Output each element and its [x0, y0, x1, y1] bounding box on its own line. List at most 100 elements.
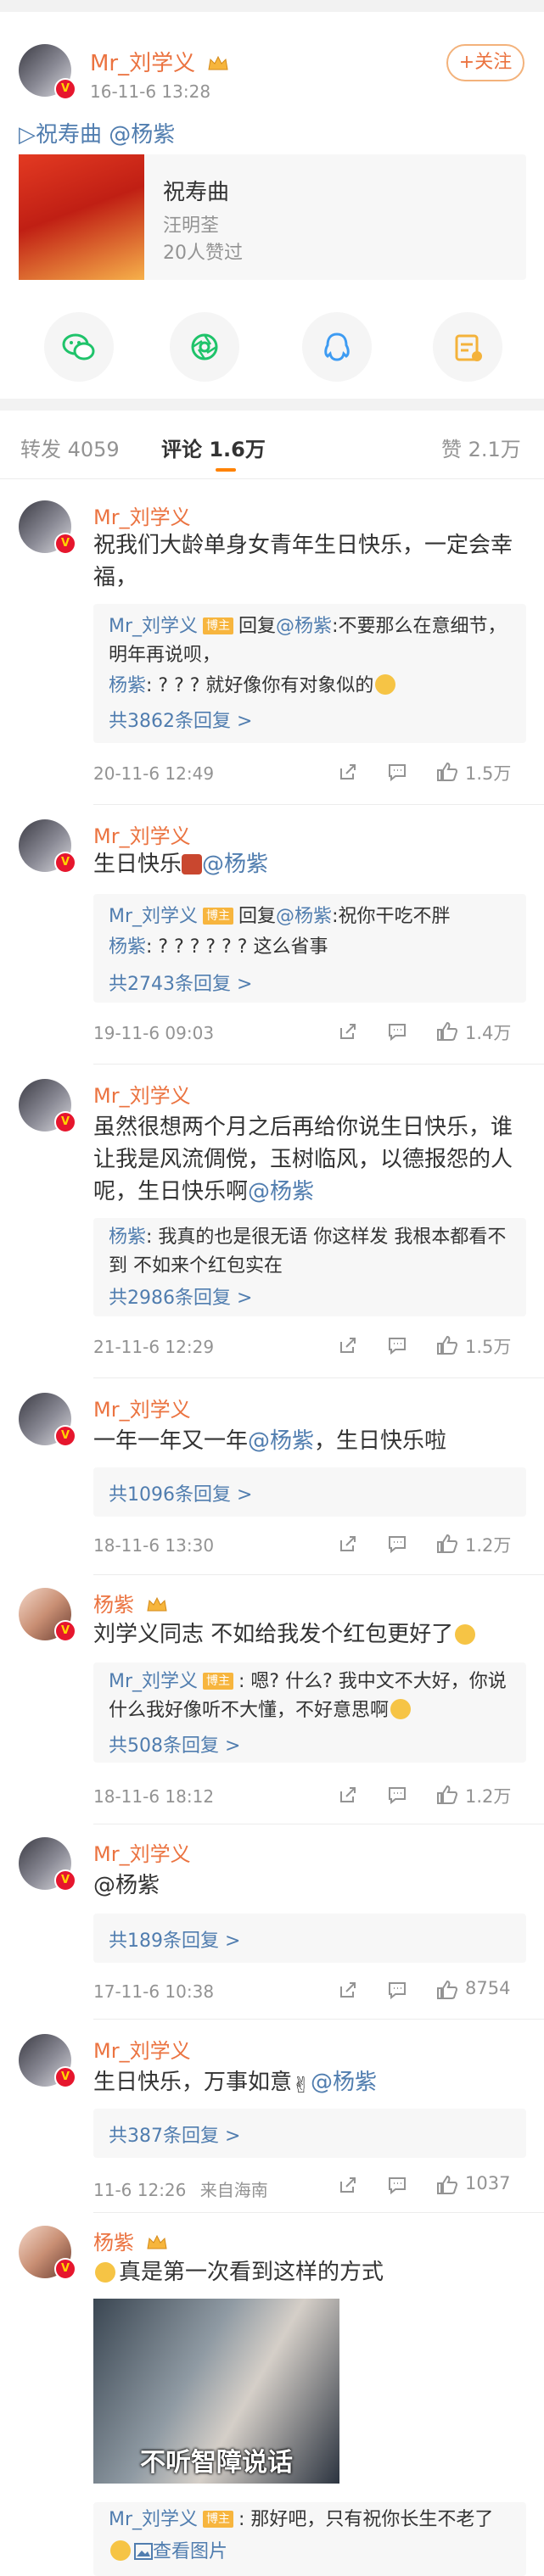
- reply-card[interactable]: Mr_刘学义 博主 回复@杨紫:不要那么在意细节，明年再说呗， 杨紫: ? ? ? …: [93, 604, 526, 743]
- reply-card[interactable]: Mr_刘学义 博主: 那好吧，只有祝你长生不老了 查看图片: [93, 2502, 526, 2576]
- comment-time: 19-11-6 09:03: [93, 1023, 215, 1043]
- more-replies-link[interactable]: 共2743条回复 >: [109, 969, 252, 996]
- comment-image[interactable]: 不听智障说话: [93, 2299, 339, 2484]
- comment-icon[interactable]: [387, 1021, 407, 1042]
- comment-icon[interactable]: [387, 762, 407, 782]
- tab-comment[interactable]: 评论 1.6万: [161, 433, 266, 462]
- reply-author[interactable]: Mr_刘学义: [109, 906, 198, 927]
- comment-actions: 1.2万: [331, 1783, 526, 1808]
- comment-icon[interactable]: [387, 2175, 407, 2195]
- share-icon[interactable]: [338, 2175, 358, 2195]
- reply-card[interactable]: 共189条回复 >: [93, 1914, 526, 1963]
- view-image-link[interactable]: 查看图片: [153, 2541, 227, 2562]
- tab-repost[interactable]: 转发 4059: [20, 433, 120, 462]
- reply-line: 查看图片: [109, 2538, 227, 2567]
- tab-active-indicator: [216, 468, 236, 472]
- reply-author[interactable]: 杨紫: [109, 1227, 146, 1248]
- section-separator: [0, 399, 544, 411]
- like-icon[interactable]: [436, 1980, 458, 2000]
- mention-link[interactable]: @杨紫: [248, 1428, 314, 1454]
- status-bar: [0, 0, 544, 12]
- more-replies-link[interactable]: 共508条回复 >: [109, 1730, 240, 1757]
- reply-author[interactable]: Mr_刘学义: [109, 616, 198, 637]
- like-icon[interactable]: [436, 1021, 458, 1042]
- comment-time-label: 11-6 12:26: [93, 2180, 187, 2200]
- like-icon[interactable]: [436, 1785, 458, 1805]
- commenter-name[interactable]: Mr_刘学义: [93, 819, 191, 849]
- reply-author[interactable]: 杨紫: [109, 936, 146, 958]
- share-wechat-button[interactable]: [44, 312, 114, 382]
- comment-icon[interactable]: [387, 1785, 407, 1805]
- like-icon[interactable]: [436, 1335, 458, 1355]
- commenter-name[interactable]: Mr_刘学义: [93, 500, 191, 530]
- commenter-name[interactable]: Mr_刘学义: [93, 1837, 191, 1867]
- reply-mention[interactable]: @杨紫: [276, 906, 332, 927]
- comment-text: 虽然很想两个月之后再给你说生日快乐，谁让我是风流倜傥，玉树临风，以德报怨的人呢，…: [93, 1111, 526, 1208]
- mention-link[interactable]: @杨紫: [109, 122, 175, 148]
- reply-text: : 我真的也是很无语 你这样发 我根本都看不到 不如来个红包实在: [109, 1227, 507, 1277]
- commenter-name-label: 杨紫: [93, 1593, 134, 1617]
- mention-link[interactable]: @杨紫: [202, 852, 268, 877]
- reply-card[interactable]: 共387条回复 >: [93, 2109, 526, 2158]
- share-qq-button[interactable]: [302, 312, 372, 382]
- like-icon[interactable]: [436, 762, 458, 782]
- like-count: 1.2万: [465, 1535, 512, 1556]
- share-icon[interactable]: [338, 1534, 358, 1554]
- reply-mention[interactable]: @杨紫: [276, 616, 332, 637]
- share-qzone-button[interactable]: [433, 312, 502, 382]
- commenter-name[interactable]: Mr_刘学义: [93, 2034, 191, 2064]
- tab-comment-label: 评论 1.6万: [161, 438, 266, 461]
- share-icon[interactable]: [338, 762, 358, 782]
- mention-link[interactable]: @杨紫: [93, 1869, 160, 1902]
- reply-text: : ? ? ? ? ? ? 这么省事: [146, 936, 328, 958]
- like-icon[interactable]: [436, 1534, 458, 1554]
- share-icon[interactable]: [338, 1335, 358, 1355]
- music-link[interactable]: ▷祝寿曲: [19, 122, 102, 148]
- comment-text-suffix: ，生日快乐啦: [314, 1428, 447, 1454]
- commenter-name[interactable]: Mr_刘学义: [93, 1079, 191, 1109]
- reply-author[interactable]: Mr_刘学义: [109, 1671, 198, 1692]
- reply-line: Mr_刘学义 博主: 嗯? 什么? 我中文不大好，你说什么我好像听不大懂，不好意思…: [109, 1668, 516, 1725]
- reply-card[interactable]: Mr_刘学义 博主 回复@杨紫:祝你干吃不胖 杨紫: ? ? ? ? ? ? 这么省…: [93, 894, 526, 1003]
- moments-icon: [191, 333, 218, 360]
- mention-link[interactable]: @杨紫: [248, 1179, 314, 1204]
- divider: [0, 478, 544, 479]
- tab-like[interactable]: 赞 2.1万: [441, 433, 521, 462]
- share-icon[interactable]: [338, 1980, 358, 2000]
- share-icon[interactable]: [338, 1021, 358, 1042]
- reply-author[interactable]: 杨紫: [109, 675, 146, 696]
- commenter-name[interactable]: Mr_刘学义: [93, 1393, 191, 1422]
- comment-actions: 1.4万: [331, 1020, 526, 1045]
- mention-link[interactable]: @杨紫: [311, 2070, 377, 2095]
- like-icon[interactable]: [436, 2175, 458, 2195]
- more-replies-link[interactable]: 共3862条回复 >: [109, 706, 252, 733]
- comment-time: 18-11-6 18:12: [93, 1786, 215, 1807]
- comment-icon[interactable]: [387, 1335, 407, 1355]
- music-title: 祝寿曲: [163, 180, 230, 205]
- commenter-name[interactable]: 杨紫: [93, 2226, 168, 2255]
- comment-icon[interactable]: [387, 1534, 407, 1554]
- reply-author[interactable]: Mr_刘学义: [109, 2509, 198, 2530]
- reply-card[interactable]: 共1096条回复 >: [93, 1467, 526, 1517]
- reply-card[interactable]: Mr_刘学义 博主: 嗯? 什么? 我中文不大好，你说什么我好像听不大懂，不好意思…: [93, 1662, 526, 1763]
- post-author-name[interactable]: Mr_刘学义: [90, 46, 229, 77]
- commenter-name[interactable]: 杨紫: [93, 1588, 168, 1618]
- reply-line: Mr_刘学义 博主 回复@杨紫:祝你干吃不胖: [109, 902, 450, 931]
- music-likes: 20人赞过: [163, 243, 243, 264]
- share-icon[interactable]: [338, 1785, 358, 1805]
- divider: [93, 1574, 544, 1575]
- comment-icon[interactable]: [387, 1980, 407, 2000]
- more-replies-link[interactable]: 共189条回复 >: [109, 1925, 240, 1953]
- smile-emoji-icon: [455, 1624, 476, 1645]
- more-replies-link[interactable]: 共2986条回复 >: [109, 1282, 252, 1310]
- comment-location: 来自海南: [199, 2180, 268, 2200]
- music-card[interactable]: 祝寿曲 汪明荃 20人赞过: [19, 154, 526, 280]
- follow-button[interactable]: +关注: [446, 44, 524, 81]
- more-replies-link[interactable]: 共387条回复 >: [109, 2121, 240, 2148]
- verified-badge-icon: V: [54, 2258, 76, 2280]
- comment-text: 生日快乐 @杨紫: [93, 848, 268, 880]
- share-moments-button[interactable]: [170, 312, 239, 382]
- blogger-badge: 博主: [203, 617, 234, 634]
- reply-card[interactable]: 杨紫: 我真的也是很无语 你这样发 我根本都看不到 不如来个红包实在 共2986…: [93, 1218, 526, 1316]
- more-replies-link[interactable]: 共1096条回复 >: [109, 1479, 252, 1506]
